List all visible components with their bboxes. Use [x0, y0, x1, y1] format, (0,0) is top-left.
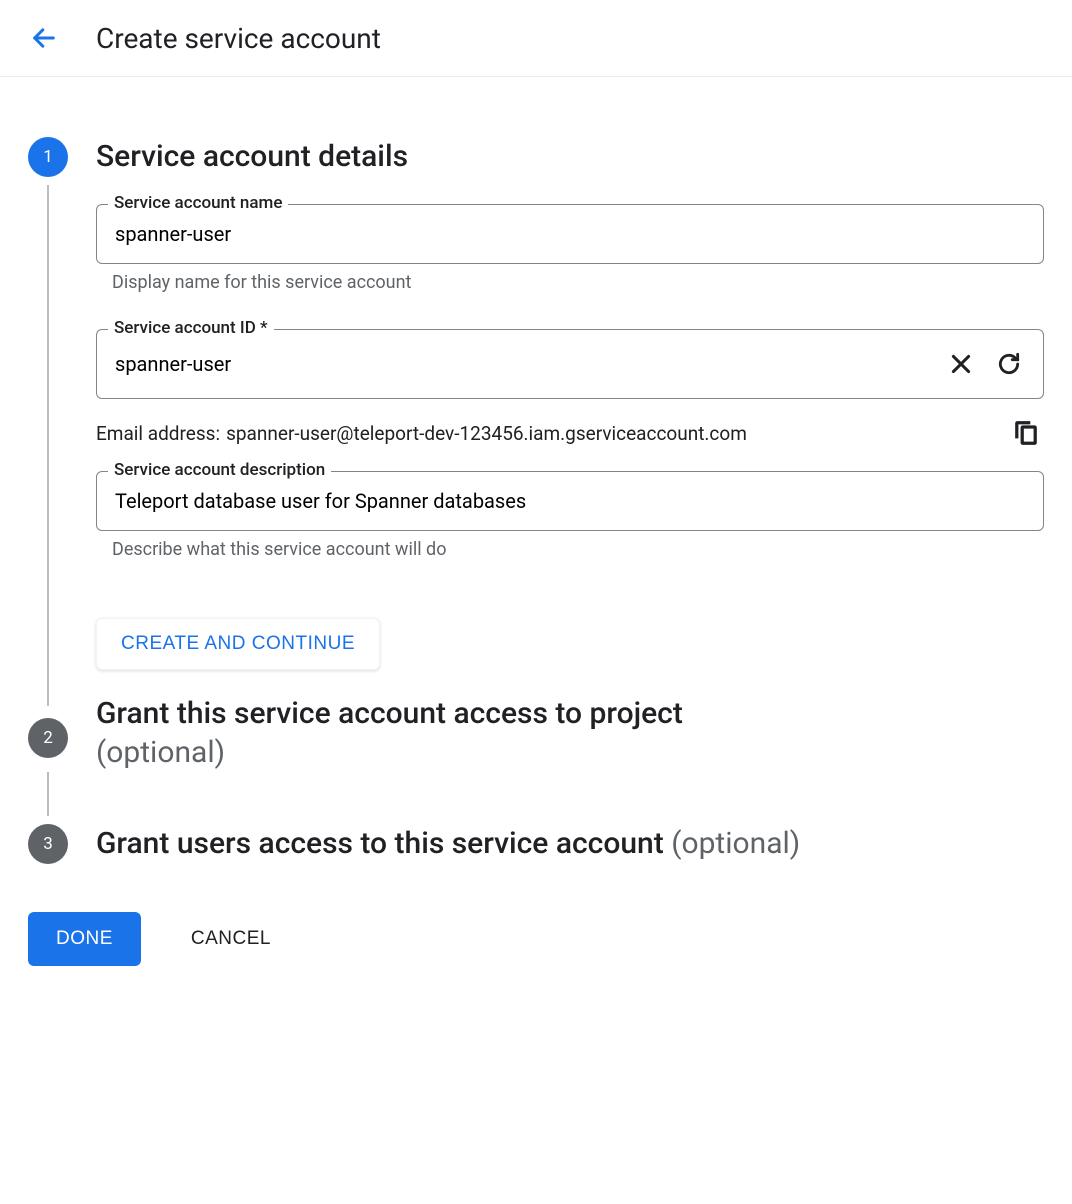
step-3-indicator: 3 — [28, 824, 68, 864]
step-1-body: Service account details Service account … — [96, 137, 1044, 706]
back-arrow-icon[interactable] — [24, 18, 64, 58]
step-1-number: 1 — [28, 137, 68, 177]
step-3-number: 3 — [28, 824, 68, 864]
step-3[interactable]: 3 Grant users access to this service acc… — [28, 824, 1044, 864]
email-row: Email address: spanner-user@teleport-dev… — [96, 415, 1044, 451]
step-2-title: Grant this service account access to pro… — [96, 694, 1044, 772]
create-and-continue-button[interactable]: CREATE AND CONTINUE — [96, 618, 380, 670]
page-header: Create service account — [0, 0, 1072, 77]
footer-actions: DONE CANCEL — [28, 912, 1044, 966]
step-1-title: Service account details — [96, 137, 1044, 176]
service-account-name-input[interactable] — [113, 221, 1027, 247]
service-account-id-outline — [96, 329, 1044, 399]
service-account-name-label: Service account name — [108, 193, 288, 213]
service-account-desc-input[interactable] — [113, 488, 1027, 514]
step-3-optional: (optional) — [671, 826, 800, 861]
service-account-name-field: Service account name — [96, 204, 1044, 264]
service-account-name-helper: Display name for this service account — [112, 272, 1044, 293]
copy-icon[interactable] — [1008, 415, 1044, 451]
service-account-desc-helper: Describe what this service account will … — [112, 539, 1044, 560]
service-account-id-label: Service account ID * — [108, 318, 274, 338]
cancel-button[interactable]: CANCEL — [185, 927, 277, 951]
step-1-indicator: 1 — [28, 137, 68, 706]
step-2-body: Grant this service account access to pro… — [96, 694, 1044, 772]
service-account-desc-field: Service account description — [96, 471, 1044, 531]
step-2-title-text: Grant this service account access to pro… — [96, 696, 683, 731]
service-account-name-outline — [96, 204, 1044, 264]
service-account-id-field: Service account ID * — [96, 329, 1044, 399]
step-2-optional: (optional) — [96, 735, 225, 770]
service-account-desc-label: Service account description — [108, 460, 331, 480]
step-connector-line — [47, 185, 49, 706]
email-value: spanner-user@teleport-dev-123456.iam.gse… — [226, 422, 1008, 445]
refresh-icon[interactable] — [991, 346, 1027, 382]
service-account-desc-outline — [96, 471, 1044, 531]
page-title: Create service account — [96, 22, 381, 55]
step-connector-2-3 — [47, 772, 49, 816]
step-2-number: 2 — [28, 718, 68, 758]
step-3-title-text: Grant users access to this service accou… — [96, 826, 664, 861]
step-2[interactable]: 2 Grant this service account access to p… — [28, 718, 1044, 772]
email-label: Email address: — [96, 422, 220, 445]
step-3-title: Grant users access to this service accou… — [96, 824, 1044, 863]
done-button[interactable]: DONE — [28, 912, 141, 966]
clear-icon[interactable] — [943, 346, 979, 382]
step-3-body: Grant users access to this service accou… — [96, 824, 1044, 863]
content-area: 1 Service account details Service accoun… — [0, 77, 1072, 1006]
step-2-indicator: 2 — [28, 718, 68, 758]
service-account-id-input[interactable] — [113, 351, 943, 377]
step-1: 1 Service account details Service accoun… — [28, 137, 1044, 706]
